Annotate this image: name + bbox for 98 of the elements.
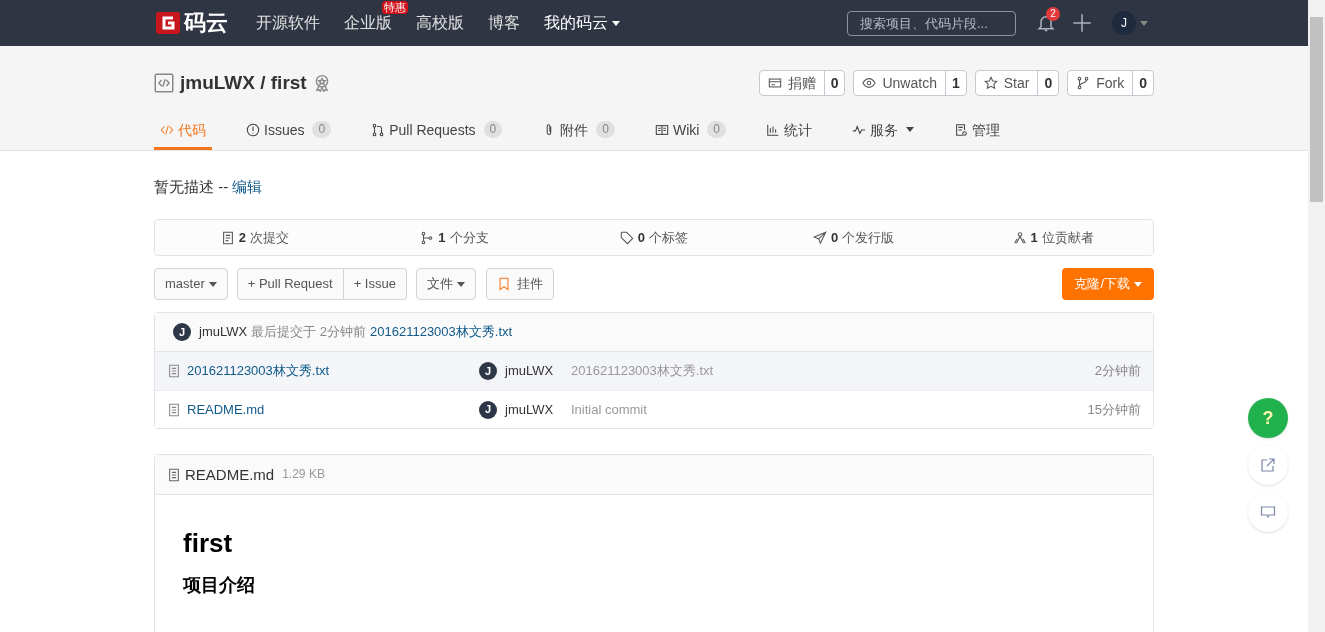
file-author[interactable]: jmuLWX bbox=[505, 362, 571, 381]
caret-icon bbox=[1134, 281, 1142, 287]
tag-icon bbox=[619, 230, 634, 245]
file-time: 2分钟前 bbox=[1094, 362, 1141, 381]
readme-title: first bbox=[183, 527, 234, 560]
widget-button[interactable]: 挂件 bbox=[485, 268, 554, 301]
repo-tab[interactable]: 管理 bbox=[948, 112, 1007, 150]
count-badge: 0 bbox=[312, 120, 332, 139]
caret-icon bbox=[456, 281, 465, 287]
caret-icon bbox=[906, 127, 915, 132]
caret-icon bbox=[208, 281, 217, 287]
action-count: 0 bbox=[823, 71, 845, 95]
branch-dropdown[interactable]: master bbox=[154, 268, 228, 301]
avatar: J bbox=[479, 362, 497, 381]
repo-tab[interactable]: 附件 0 bbox=[536, 112, 621, 150]
avatar: J bbox=[173, 323, 191, 342]
stat-link[interactable]: 1 位贡献者 bbox=[953, 228, 1153, 248]
logo-text: 码云 bbox=[184, 9, 228, 38]
file-name-link[interactable]: 201621123003林文秀.txt bbox=[187, 362, 479, 381]
nav-link[interactable]: 开源软件 bbox=[256, 15, 320, 31]
repo-tab[interactable]: Pull Requests 0 bbox=[365, 112, 509, 150]
count-badge: 0 bbox=[596, 120, 615, 139]
bar-chart-icon bbox=[766, 122, 781, 137]
file-dropdown[interactable]: 文件 bbox=[415, 268, 476, 301]
repo-tab[interactable]: 统计 bbox=[760, 112, 819, 150]
book-icon bbox=[654, 122, 669, 137]
action-button[interactable]: Unwatch 1 bbox=[853, 70, 967, 96]
action-label: 捐赠 bbox=[787, 74, 816, 93]
add-button[interactable] bbox=[1072, 13, 1092, 33]
action-label: Fork bbox=[1096, 74, 1125, 93]
nav-link[interactable]: 博客 bbox=[488, 15, 520, 31]
file-time: 15分钟前 bbox=[1087, 400, 1141, 419]
stat-link[interactable]: 1 个分支 bbox=[354, 228, 555, 248]
repo-tab[interactable]: 服务 bbox=[846, 112, 921, 150]
eye-icon bbox=[862, 76, 877, 90]
file-author[interactable]: jmuLWX bbox=[505, 400, 571, 420]
action-button[interactable]: 捐赠 0 bbox=[758, 70, 846, 96]
document-icon bbox=[220, 230, 235, 245]
commit-author[interactable]: jmuLWX bbox=[199, 323, 248, 342]
count-badge: 0 bbox=[707, 120, 727, 139]
search-field[interactable]: 搜索项目、代码片段... bbox=[847, 10, 1016, 36]
count-badge: 0 bbox=[483, 120, 503, 139]
avatar: J bbox=[1112, 11, 1136, 35]
file-row[interactable]: README.md J jmuLWX Initial commit 15分钟前 bbox=[155, 390, 1153, 429]
document-gear-icon bbox=[954, 122, 969, 137]
file-name-link[interactable]: README.md bbox=[187, 400, 479, 420]
plus-icon bbox=[1072, 13, 1092, 33]
commit-message-link[interactable]: 201621123003林文秀.txt bbox=[370, 323, 513, 342]
caret-icon bbox=[612, 20, 620, 26]
document-icon bbox=[167, 467, 181, 482]
pulse-icon bbox=[852, 122, 867, 137]
issue-button[interactable]: + Issue bbox=[343, 268, 407, 301]
pull-request-button[interactable]: + Pull Request bbox=[236, 268, 344, 301]
logo-icon bbox=[156, 12, 180, 34]
chat-icon bbox=[1260, 504, 1276, 520]
stat-link[interactable]: 2 次提交 bbox=[155, 228, 355, 248]
file-row[interactable]: 201621123003林文秀.txt J jmuLWX 201621123003林文秀.txt 2分钟前 bbox=[155, 352, 1153, 391]
action-count: 1 bbox=[944, 71, 966, 95]
repo-tab[interactable]: Wiki 0 bbox=[648, 112, 733, 150]
description-text: 暂无描述 -- 编辑 bbox=[154, 177, 264, 197]
readme-heading: 项目介绍 bbox=[183, 574, 256, 598]
share-button[interactable] bbox=[1248, 445, 1288, 485]
info-icon bbox=[246, 122, 260, 137]
edit-link[interactable]: 编辑 bbox=[232, 178, 263, 195]
code-file-icon bbox=[154, 73, 174, 93]
share-icon bbox=[1260, 457, 1276, 473]
card-icon bbox=[767, 76, 782, 90]
caret-icon bbox=[1140, 20, 1148, 26]
avatar: J bbox=[479, 400, 497, 419]
readme-size: 1.29 KB bbox=[282, 466, 325, 484]
repo-tab[interactable]: Issues 0 bbox=[240, 112, 338, 150]
pull-request-icon bbox=[371, 122, 386, 137]
people-icon bbox=[1012, 230, 1027, 245]
notification-badge: 2 bbox=[1046, 7, 1060, 21]
stat-link[interactable]: 0 个标签 bbox=[554, 228, 754, 248]
star-icon bbox=[983, 76, 998, 90]
action-button[interactable]: Star 0 bbox=[974, 70, 1060, 96]
readme-filename: README.md bbox=[185, 465, 275, 486]
file-icon bbox=[167, 402, 181, 417]
bookmark-icon bbox=[496, 277, 511, 292]
action-count: 0 bbox=[1132, 71, 1153, 95]
action-button[interactable]: Fork 0 bbox=[1067, 70, 1154, 96]
branch-icon bbox=[420, 230, 435, 245]
nav-link[interactable]: 企业版 bbox=[344, 15, 392, 31]
file-icon bbox=[167, 364, 181, 379]
repo-title[interactable]: jmuLWX / first bbox=[180, 69, 307, 97]
avatar-button[interactable]: J bbox=[1112, 11, 1148, 35]
send-icon bbox=[812, 230, 827, 245]
commit-info: 最后提交于 2分钟前 bbox=[251, 323, 366, 342]
promo-badge: 特惠 bbox=[382, 1, 408, 14]
fork-icon bbox=[1076, 76, 1091, 90]
action-count: 0 bbox=[1037, 71, 1059, 95]
chat-button[interactable] bbox=[1248, 492, 1288, 532]
nav-link[interactable]: 我的码云 bbox=[544, 15, 620, 31]
stat-link[interactable]: 0 个发行版 bbox=[753, 228, 954, 248]
action-label: Unwatch bbox=[882, 74, 937, 93]
nav-link[interactable]: 高校版 bbox=[416, 15, 464, 31]
action-label: Star bbox=[1003, 74, 1030, 93]
